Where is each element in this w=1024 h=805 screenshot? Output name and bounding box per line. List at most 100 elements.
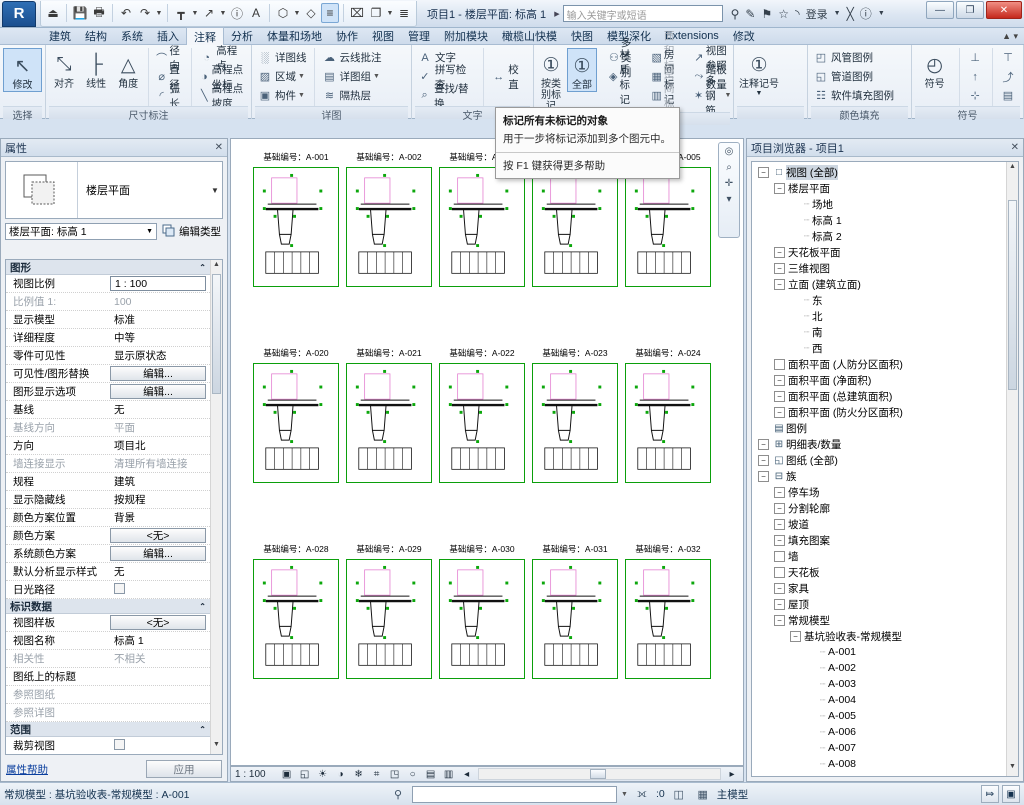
tree-node[interactable]: − 楼层平面 (752, 180, 1006, 196)
ribbon-tab-0[interactable]: 建筑 (42, 27, 78, 45)
collapse-icon[interactable]: ⌃ (199, 725, 206, 734)
ribbon-item-校直[interactable]: ↔ 校直 (489, 64, 530, 91)
property-row[interactable]: 基线 无 (6, 401, 210, 419)
steering-wheel-icon[interactable]: ◎ (725, 146, 734, 157)
expand-node-icon[interactable] (774, 550, 785, 562)
ribbon-tab-7[interactable]: 协作 (329, 27, 365, 45)
chevron-down-icon[interactable]: ▼ (386, 10, 394, 17)
ribbon-button-按类别标记[interactable]: ①按类别标记 (537, 48, 565, 113)
tree-node[interactable]: ┈ 场地 (752, 196, 1006, 212)
property-row[interactable]: 图形显示选项 编辑... (6, 383, 210, 401)
property-row[interactable]: 裁剪视图 (6, 737, 210, 754)
property-row[interactable]: 零件可见性 显示原状态 (6, 347, 210, 365)
worksets-icon[interactable]: ⟗ (632, 785, 652, 803)
scroll-down-icon[interactable]: ▼ (211, 741, 222, 753)
type-selector[interactable]: 楼层平面 ▼ (5, 161, 223, 219)
ribbon-item-隔热层[interactable]: ≋ 隔热层 (320, 86, 384, 105)
detail-level-icon[interactable]: ▣ (280, 769, 294, 780)
collapse-node-icon[interactable]: − (758, 166, 769, 178)
tree-node[interactable]: − □ 视图 (全部) (752, 164, 1006, 180)
analytical-model-icon[interactable]: ▥ (442, 769, 456, 780)
close-button[interactable]: ✕ (986, 1, 1022, 19)
tree-node[interactable]: ┈ 标高 2 (752, 228, 1006, 244)
apply-button[interactable]: 应用 (146, 760, 222, 778)
tree-node[interactable]: 墙 (752, 548, 1006, 564)
property-row[interactable]: 视图名称 标高 1 (6, 632, 210, 650)
property-row[interactable]: 比例值 1: 100 (6, 293, 210, 311)
property-value[interactable]: 项目北 (110, 438, 210, 453)
drawing-tile[interactable]: 基础编号：A-023 (532, 347, 618, 483)
redo-icon[interactable]: ↷ (136, 3, 154, 23)
favorites-star-icon[interactable]: ☆ (778, 7, 789, 21)
customize-qat-icon[interactable]: ≣ (395, 3, 413, 23)
property-value[interactable]: 标高 1 (110, 633, 210, 648)
property-row[interactable]: 颜色方案位置 背景 (6, 509, 210, 527)
drawing-tile[interactable]: 基础编号：A-028 (253, 543, 339, 679)
tree-node[interactable]: − 立面 (建筑立面) (752, 276, 1006, 292)
drawing-tile[interactable]: 基础编号：A-030 (439, 543, 525, 679)
ribbon-item-查找/替换[interactable]: ⌕ 查找/替换 (415, 83, 478, 110)
checkbox[interactable] (114, 582, 125, 594)
chevron-down-icon[interactable]: ▼ (155, 10, 163, 17)
drawing-tile[interactable]: 基础编号：A-022 (439, 347, 525, 483)
save-icon[interactable]: 💾 (71, 3, 89, 23)
property-row[interactable]: 参照图纸 (6, 686, 210, 704)
sun-path-icon[interactable]: ☀ (316, 769, 330, 780)
tree-node[interactable]: 天花板 (752, 564, 1006, 580)
ribbon-item-弧长[interactable]: ◜ 弧长 (154, 83, 187, 110)
drawing-tile[interactable]: 基础编号：A-002 (346, 151, 432, 287)
property-value[interactable]: 建筑 (110, 474, 210, 489)
chevron-down-icon[interactable]: ▼ (756, 90, 763, 97)
property-row[interactable]: 详细程度 中等 (6, 329, 210, 347)
ribbon-item-软件填充图例[interactable]: ☷ 软件填充图例 (811, 86, 896, 105)
minimize-button[interactable]: — (926, 1, 954, 19)
drawing-tile[interactable]: 基础编号：A-024 (625, 347, 711, 483)
drawing-tile[interactable]: 基础编号：A-031 (532, 543, 618, 679)
ribbon-tab-8[interactable]: 视图 (365, 27, 401, 45)
ribbon-item-高程点坡度[interactable]: ╲ 高程点坡度 (197, 83, 248, 110)
property-value[interactable]: 按规程 (110, 492, 210, 507)
drawing-tile[interactable]: 基础编号：A-021 (346, 347, 432, 483)
scroll-down-icon[interactable]: ▼ (1007, 763, 1018, 775)
ribbon-item-空间标记[interactable]: ▥空间标记 (650, 68, 683, 125)
view-scale[interactable]: 1 : 100 (235, 769, 266, 780)
property-value[interactable]: 100 (110, 296, 210, 308)
text-icon[interactable]: A (247, 3, 265, 23)
property-value[interactable]: 中等 (110, 330, 210, 345)
tree-node[interactable]: ┈ A-006 (752, 724, 1006, 740)
collapse-node-icon[interactable]: − (774, 374, 785, 386)
ribbon-item-管道图例[interactable]: ◱ 管道图例 (811, 67, 896, 86)
select-filter-icon[interactable]: ⚲ (388, 785, 408, 803)
tree-node[interactable]: ┈ 南 (752, 324, 1006, 340)
signin-chevron-icon[interactable]: ▼ (834, 10, 841, 17)
tree-node[interactable]: ┈ A-008 (752, 756, 1006, 772)
ribbon-tab-6[interactable]: 体量和场地 (260, 27, 329, 45)
signin-button[interactable]: 登录 (806, 6, 828, 22)
property-value[interactable]: 不相关 (110, 651, 210, 666)
maximize-button[interactable]: ❐ (956, 1, 984, 19)
property-value[interactable]: 编辑... (110, 384, 206, 399)
ribbon-button-全部[interactable]: ① 全部 (567, 48, 597, 92)
collapse-node-icon[interactable]: − (790, 630, 801, 642)
tree-node[interactable]: − 常规模型 (752, 612, 1006, 628)
chevron-down-icon[interactable]: ▼ (293, 10, 301, 17)
collapse-node-icon[interactable]: − (758, 470, 769, 482)
close-icon[interactable]: ✕ (215, 142, 223, 153)
tree-node[interactable]: − ◱ 图纸 (全部) (752, 452, 1006, 468)
property-row[interactable]: 默认分析显示样式 无 (6, 563, 210, 581)
scrollbar-thumb[interactable] (212, 274, 221, 394)
tree-node[interactable]: − ⊟ 族 (752, 468, 1006, 484)
shadows-icon[interactable]: ◑ (334, 769, 348, 780)
property-value[interactable]: 标准 (110, 312, 210, 327)
selection-count-icon[interactable]: ▣ (1002, 785, 1020, 803)
search-input[interactable]: 输入关键字或短语 (562, 5, 723, 22)
tree-node[interactable]: − ⊞ 明细表/数量 (752, 436, 1006, 452)
search-binoculars-icon[interactable]: ⚲ (731, 7, 740, 21)
property-row[interactable]: 显示模型 标准 (6, 311, 210, 329)
expand-node-icon[interactable] (774, 358, 785, 370)
horizontal-scrollbar[interactable] (477, 768, 721, 780)
property-row[interactable]: 参照详图 (6, 704, 210, 722)
property-group-标识数据[interactable]: 标识数据 ⌃ (6, 599, 210, 614)
property-value[interactable] (110, 582, 210, 597)
undo-icon[interactable]: ↶ (117, 3, 135, 23)
